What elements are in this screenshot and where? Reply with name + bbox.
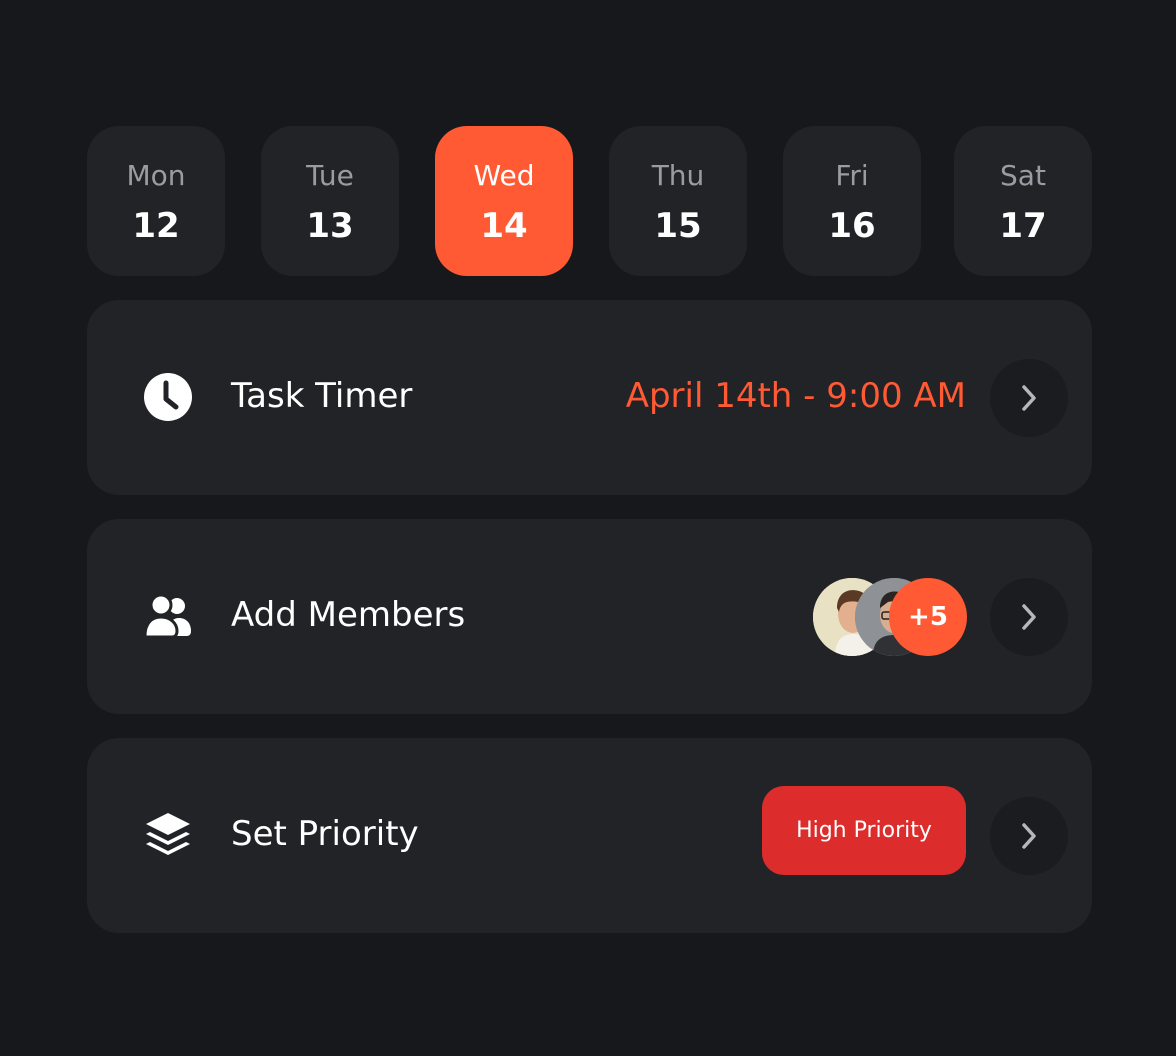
set-priority-card[interactable]: Set Priority High Priority	[87, 738, 1092, 933]
task-timer-label: Task Timer	[231, 376, 413, 416]
more-members-count[interactable]: +5	[889, 578, 967, 656]
chevron-right-icon	[1022, 385, 1036, 411]
day-number: 16	[828, 206, 876, 246]
users-icon	[143, 591, 193, 641]
priority-badge[interactable]: High Priority	[762, 786, 966, 875]
add-members-card[interactable]: Add Members +5	[87, 519, 1092, 714]
day-name: Thu	[651, 159, 705, 192]
day-number: 15	[654, 206, 702, 246]
day-name: Tue	[306, 159, 354, 192]
day-selector: Mon 12 Tue 13 Wed 14 Thu 15 Fri 16 Sat 1…	[87, 126, 1092, 276]
day-fri[interactable]: Fri 16	[783, 126, 921, 276]
clock-icon	[143, 372, 193, 422]
day-tue[interactable]: Tue 13	[261, 126, 399, 276]
day-name: Fri	[835, 159, 869, 192]
layers-icon	[143, 810, 193, 860]
day-number: 12	[132, 206, 180, 246]
chevron-right-icon	[1022, 604, 1036, 630]
set-priority-label: Set Priority	[231, 814, 419, 854]
day-name: Sat	[1000, 159, 1046, 192]
day-number: 13	[306, 206, 354, 246]
task-timer-card[interactable]: Task Timer April 14th - 9:00 AM	[87, 300, 1092, 495]
add-members-label: Add Members	[231, 595, 466, 635]
day-sat[interactable]: Sat 17	[954, 126, 1092, 276]
day-wed-selected[interactable]: Wed 14	[435, 126, 573, 276]
member-avatars[interactable]: +5	[813, 578, 967, 656]
set-priority-chevron-button[interactable]	[990, 797, 1068, 875]
day-name: Mon	[126, 159, 186, 192]
task-timer-value: April 14th - 9:00 AM	[625, 376, 966, 416]
day-name: Wed	[473, 159, 535, 192]
task-timer-chevron-button[interactable]	[990, 359, 1068, 437]
day-thu[interactable]: Thu 15	[609, 126, 747, 276]
day-number: 14	[480, 206, 528, 246]
day-number: 17	[999, 206, 1047, 246]
add-members-chevron-button[interactable]	[990, 578, 1068, 656]
chevron-right-icon	[1022, 823, 1036, 849]
day-mon[interactable]: Mon 12	[87, 126, 225, 276]
